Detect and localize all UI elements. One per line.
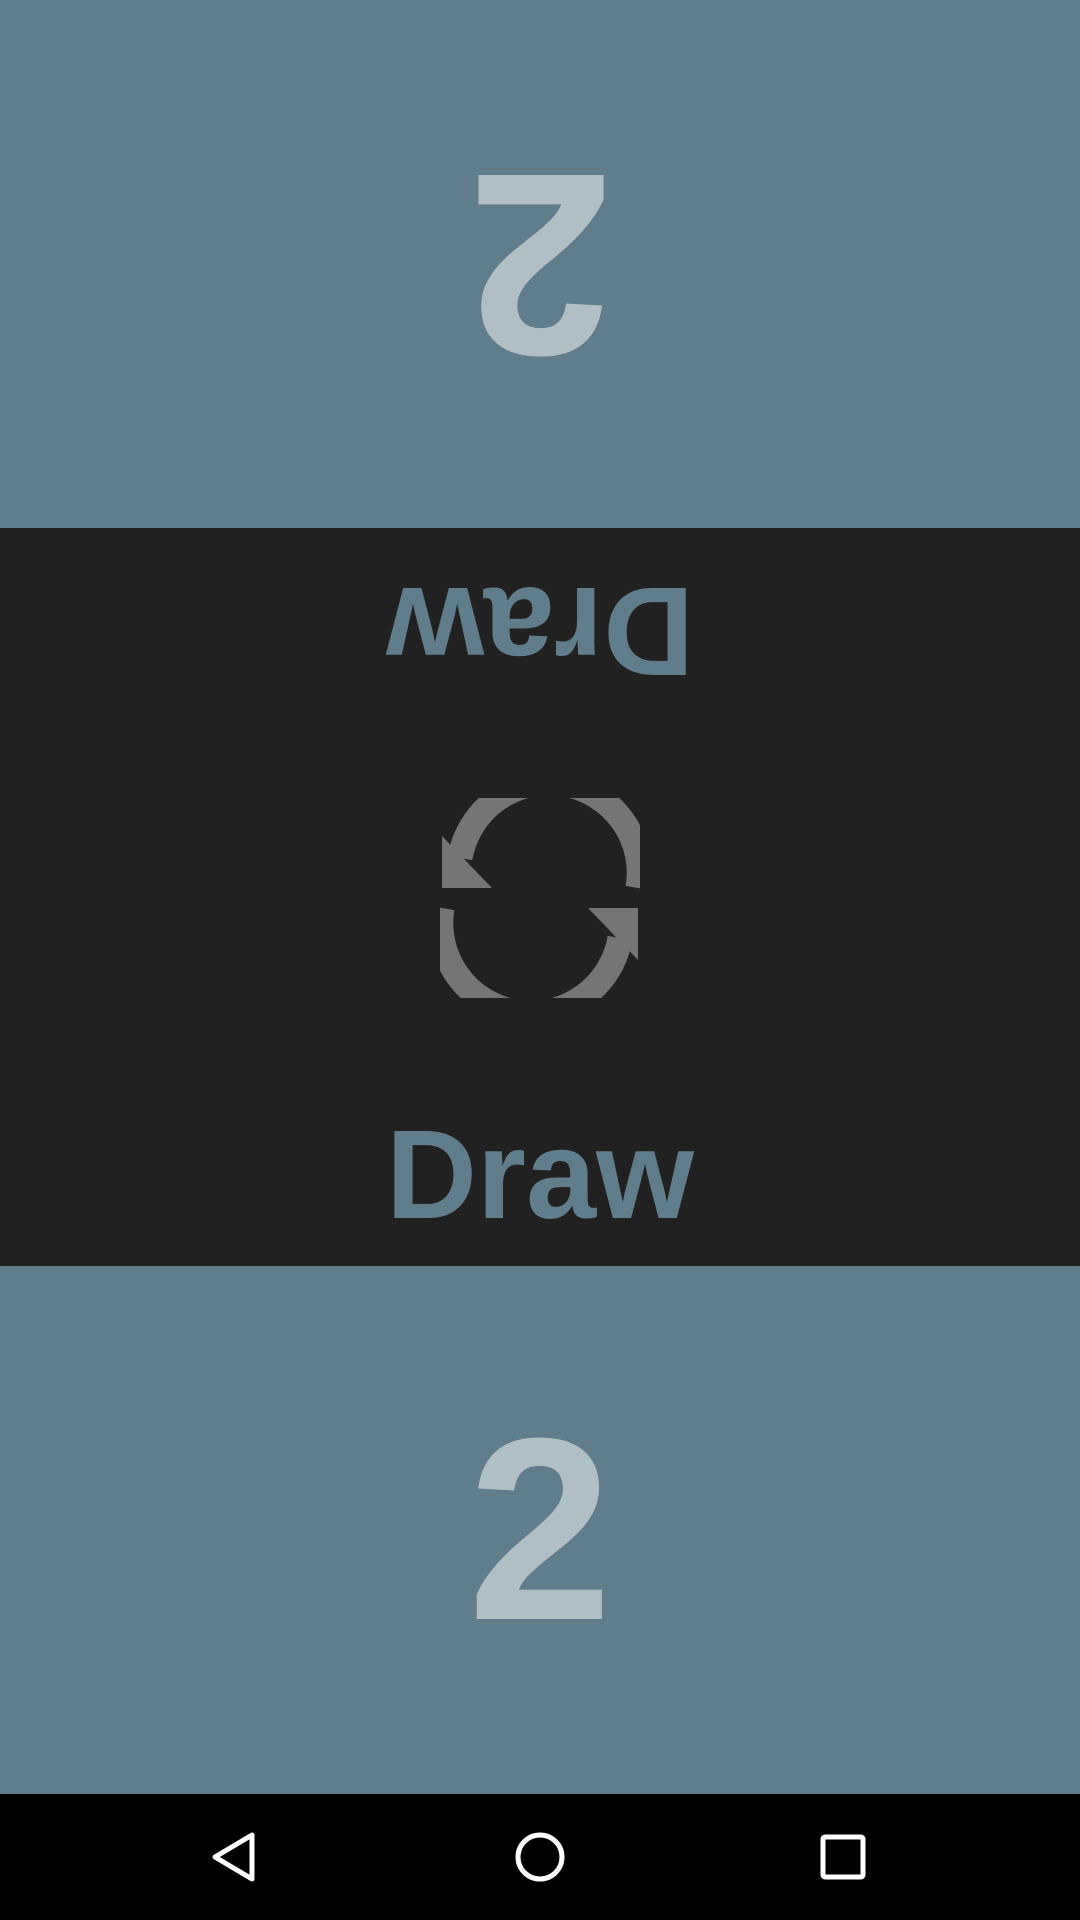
bottom-player-status-label: Draw [385, 1104, 695, 1245]
recents-square-icon [820, 1834, 866, 1880]
refresh-icon [440, 798, 640, 998]
app-screen: 2 Draw Draw 2 [0, 0, 1080, 1920]
nav-recents-button[interactable] [743, 1794, 943, 1920]
top-player-score: 2 [467, 119, 613, 409]
top-player-score-panel[interactable]: 2 [0, 0, 1080, 528]
game-status-area: Draw Draw [0, 528, 1080, 1266]
home-circle-icon [515, 1832, 565, 1882]
nav-back-button[interactable] [135, 1794, 335, 1920]
system-navigation-bar [0, 1794, 1080, 1920]
reset-button[interactable] [430, 788, 650, 1008]
back-triangle-icon [212, 1832, 255, 1882]
nav-home-button[interactable] [440, 1794, 640, 1920]
bottom-player-score: 2 [467, 1385, 613, 1675]
top-player-status-label: Draw [385, 561, 695, 702]
bottom-player-score-panel[interactable]: 2 [0, 1266, 1080, 1794]
